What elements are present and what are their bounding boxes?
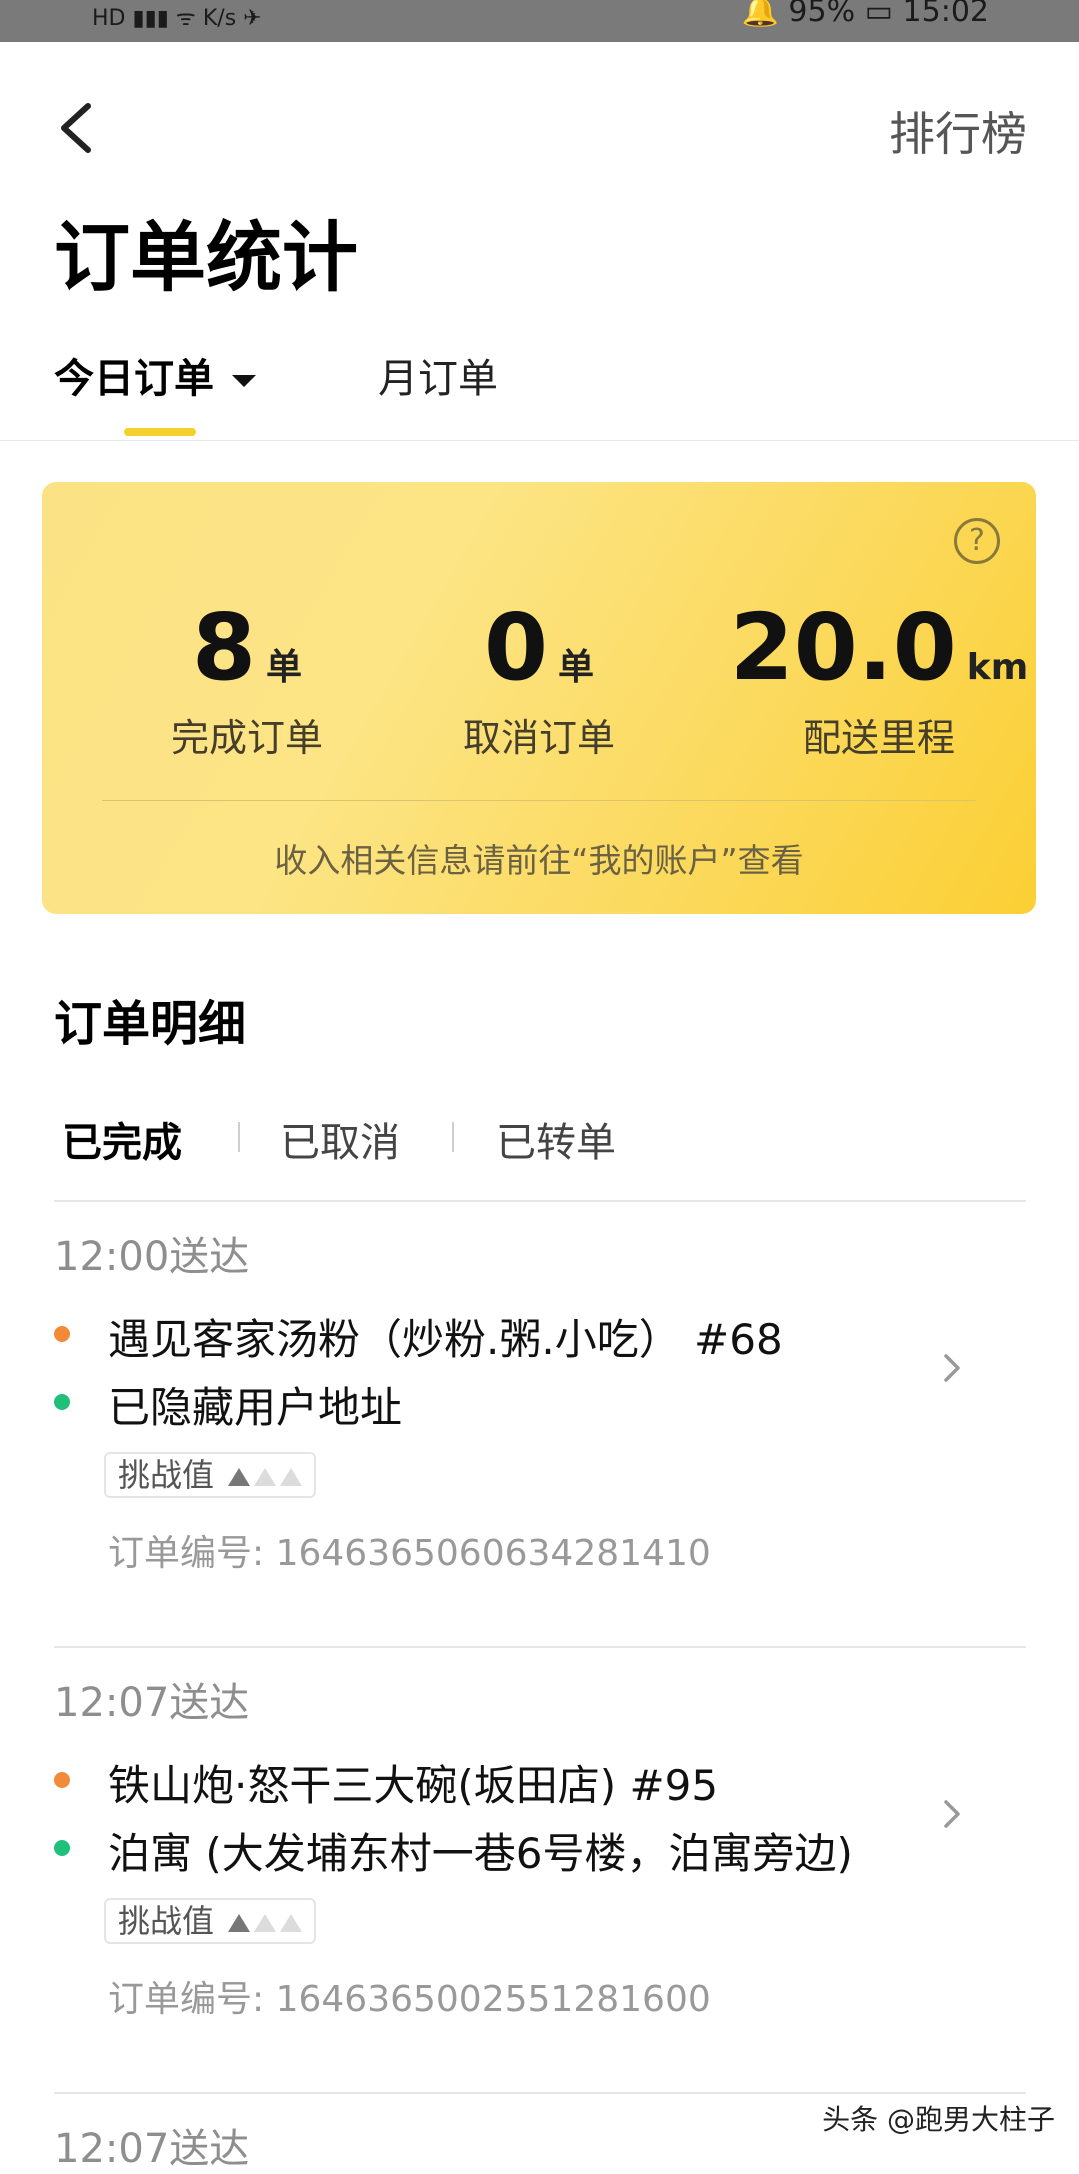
delivery-time: 12:07送达: [54, 1680, 250, 1726]
order-list: 12:00送达 遇见客家汤粉（炒粉.粥.小吃） #68 已隐藏用户地址 挑战值 …: [54, 1200, 1026, 2174]
customer-address: 泊寓 (大发埔东村一巷6号楼，泊寓旁边): [54, 1820, 853, 1881]
challenge-level-icon: [228, 1914, 251, 1932]
shop-dot-icon: [54, 1326, 70, 1342]
question-circle-icon[interactable]: ?: [954, 518, 1000, 564]
caret-down-icon: [232, 375, 256, 387]
shop-dot-icon: [54, 1772, 70, 1788]
challenge-badge: 挑战值: [104, 1452, 317, 1498]
customer-address-text: 已隐藏用户地址: [108, 1383, 403, 1432]
subtab-divider: [452, 1122, 454, 1152]
cancelled-count: 0: [483, 594, 548, 701]
cancelled-label: 取消订单: [462, 716, 615, 760]
distance-value: 20.0: [729, 594, 957, 701]
stat-cancelled-orders: 0单 取消订单: [374, 594, 704, 762]
watermark: 头条 @跑男大柱子: [822, 2103, 1055, 2136]
challenge-level-icon: [254, 1914, 277, 1932]
completed-unit: 单: [266, 647, 303, 688]
customer-address-text: 泊寓 (大发埔东村一巷6号楼，泊寓旁边): [108, 1829, 853, 1878]
challenge-label: 挑战值: [118, 1456, 215, 1494]
shop-name-text: 铁山炮·怒干三大碗(坂田店) #95: [108, 1761, 719, 1810]
chevron-right-icon[interactable]: [932, 1348, 972, 1388]
subtab-divider: [238, 1122, 240, 1152]
tab-today-label: 今日订单: [54, 356, 214, 402]
status-bar: HD ▮▮▮ ᯤ K/s ✈ 🔔 95% ▭ 15:02: [0, 0, 1079, 42]
tab-month-orders[interactable]: 月订单: [378, 346, 498, 404]
completed-label: 完成订单: [170, 716, 323, 760]
completed-count: 8: [191, 594, 256, 701]
customer-dot-icon: [54, 1394, 70, 1410]
order-item[interactable]: 12:00送达 遇见客家汤粉（炒粉.粥.小吃） #68 已隐藏用户地址 挑战值 …: [54, 1200, 1026, 1646]
delivery-time: 12:07送达: [54, 2126, 250, 2172]
distance-unit: km: [966, 647, 1029, 688]
challenge-badge: 挑战值: [104, 1898, 317, 1944]
order-number: 订单编号: 1646365002551281600: [108, 1979, 711, 2020]
delivery-time: 12:00送达: [54, 1234, 250, 1280]
customer-address: 已隐藏用户地址: [54, 1374, 403, 1435]
status-bar-left: HD ▮▮▮ ᯤ K/s ✈: [92, 6, 262, 31]
distance-label: 配送里程: [802, 716, 955, 760]
subtab-cancelled[interactable]: 已取消: [280, 1110, 400, 1168]
ranking-link[interactable]: 排行榜: [889, 98, 1027, 164]
period-tabs: 今日订单 月订单: [0, 340, 1079, 441]
stat-delivery-distance: 20.0 km 配送里程: [724, 594, 1034, 762]
back-arrow-icon: [61, 103, 91, 153]
order-item[interactable]: 12:07送达 铁山炮·怒干三大碗(坂田店) #95 泊寓 (大发埔东村一巷6号…: [54, 1646, 1026, 2092]
tab-today-orders[interactable]: 今日订单: [54, 346, 256, 404]
shop-name: 铁山炮·怒干三大碗(坂田店) #95: [54, 1752, 719, 1813]
order-number: 订单编号: 1646365060634281410: [108, 1533, 711, 1574]
cancelled-unit: 单: [558, 647, 595, 688]
customer-dot-icon: [54, 1840, 70, 1856]
subtab-transferred[interactable]: 已转单: [496, 1110, 616, 1168]
shop-name-text: 遇见客家汤粉（炒粉.粥.小吃） #68: [108, 1315, 783, 1364]
page-title: 订单统计: [54, 213, 358, 302]
challenge-level-icon: [228, 1468, 251, 1486]
summary-card: ? 8单 完成订单 0单 取消订单 20.0 km 配送里程 收入相关信息请前往“…: [42, 482, 1036, 914]
challenge-level-icon: [280, 1468, 303, 1486]
stat-completed-orders: 8单 完成订单: [82, 594, 412, 762]
challenge-label: 挑战值: [118, 1902, 215, 1940]
tab-active-indicator: [124, 428, 196, 436]
order-detail-title: 订单明细: [54, 996, 247, 1052]
challenge-level-icon: [254, 1468, 277, 1486]
status-bar-right: 🔔 95% ▭ 15:02: [741, 0, 989, 29]
income-note: 收入相关信息请前往“我的账户”查看: [274, 841, 804, 880]
subtab-completed[interactable]: 已完成: [62, 1110, 182, 1168]
shop-name: 遇见客家汤粉（炒粉.粥.小吃） #68: [54, 1306, 783, 1367]
back-button[interactable]: [54, 100, 98, 156]
challenge-level-icon: [280, 1914, 303, 1932]
card-divider: [102, 800, 976, 801]
chevron-right-icon[interactable]: [932, 1794, 972, 1834]
